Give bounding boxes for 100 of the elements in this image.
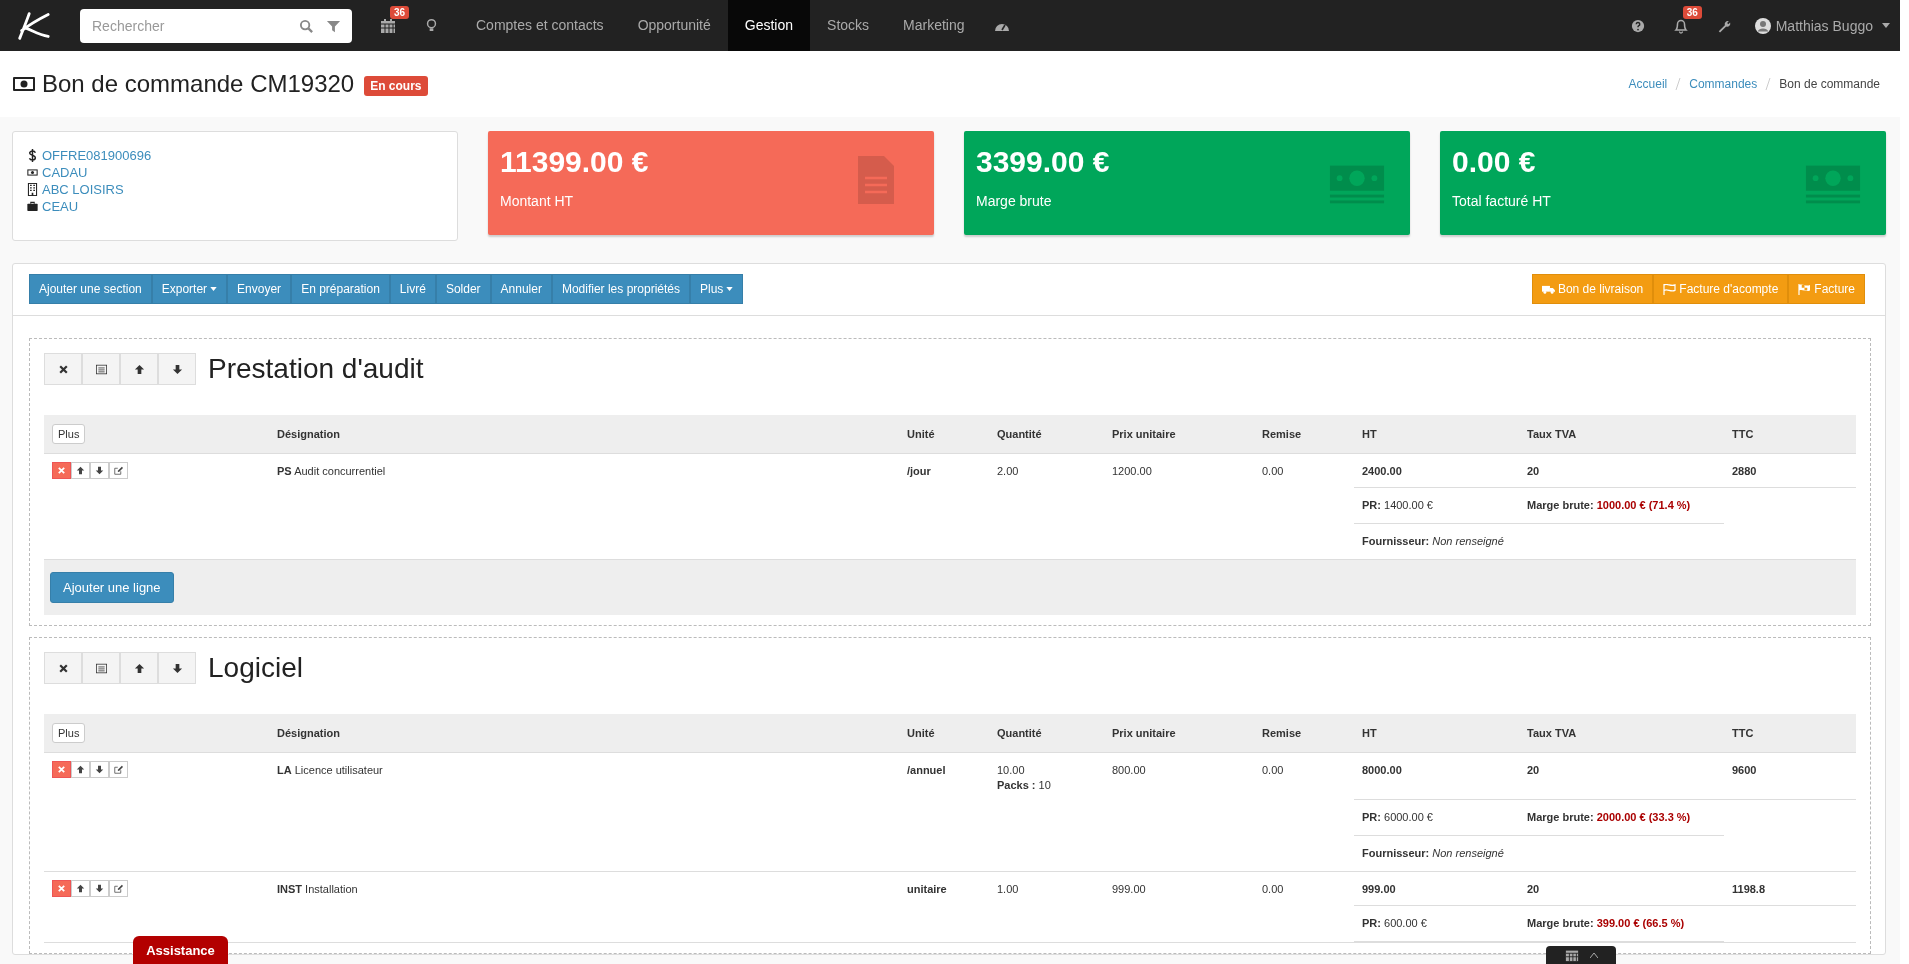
table-cell: /annuel	[907, 764, 946, 776]
column-header: Unité	[907, 727, 935, 739]
arrow-up-icon	[76, 765, 85, 774]
supplier-label: Fournisseur:	[1362, 535, 1430, 547]
move-down-button[interactable]	[158, 353, 196, 385]
column-header: HT	[1362, 727, 1377, 739]
nav-menu-item[interactable]: Marketing	[886, 0, 982, 51]
edit-button[interactable]	[109, 462, 128, 479]
column-header: Prix unitaire	[1112, 428, 1176, 440]
close-icon	[57, 662, 69, 674]
more-button[interactable]: Plus	[52, 723, 86, 743]
list-icon	[95, 363, 107, 375]
toolbar-button[interactable]: Annuler	[490, 274, 552, 304]
move-down-button[interactable]	[90, 880, 109, 897]
document-button[interactable]: Facture d'acompte	[1653, 274, 1789, 304]
nav-menu-item[interactable]: Comptes et contacts	[459, 0, 621, 51]
breadcrumb-separator	[1765, 78, 1772, 90]
close-icon	[57, 363, 69, 375]
toolbar-button[interactable]: Solder	[435, 274, 491, 304]
toolbar-button[interactable]: Modifier les propriétés	[551, 274, 690, 304]
bell-icon[interactable]	[1672, 17, 1689, 34]
delete-section-button[interactable]	[44, 652, 82, 684]
help-icon[interactable]	[1630, 18, 1645, 33]
edit-button[interactable]	[109, 880, 128, 897]
record-link[interactable]: CADAU	[42, 165, 88, 180]
calendar-icon[interactable]	[380, 17, 396, 34]
move-up-button[interactable]	[71, 462, 90, 479]
table-cell: LA Licence utilisateur	[277, 764, 383, 776]
column-header: TTC	[1732, 727, 1754, 739]
toolbar-button[interactable]: Exporter	[151, 274, 228, 304]
wrench-icon[interactable]	[1716, 18, 1731, 33]
move-up-button[interactable]	[120, 652, 158, 684]
table-cell: 999.00	[1112, 883, 1146, 895]
table-cell: 8000.00	[1362, 764, 1402, 776]
checkered-flag-icon	[1798, 283, 1812, 295]
column-header: Unité	[907, 428, 935, 440]
toolbar-button[interactable]: Ajouter une section	[29, 274, 152, 304]
table-cell: 1200.00	[1112, 465, 1152, 477]
document-button[interactable]: Facture	[1788, 274, 1865, 304]
toolbar-button[interactable]: Plus	[690, 274, 744, 304]
building-icon	[27, 183, 38, 196]
nav-menu-item[interactable]: Opportunité	[620, 0, 728, 51]
search-field[interactable]: Rechercher	[80, 8, 352, 43]
lightbulb-icon[interactable]	[426, 18, 437, 33]
add-line-button[interactable]: Ajouter une ligne	[50, 572, 174, 603]
filter-icon[interactable]	[326, 18, 341, 34]
truck-icon	[1541, 283, 1555, 295]
cash-icon	[1804, 163, 1862, 205]
move-down-button[interactable]	[90, 462, 109, 479]
stat-label: Marge brute	[976, 193, 1052, 209]
column-header: Taux TVA	[1527, 727, 1577, 739]
cost-value: 6000.00 €	[1384, 811, 1433, 823]
column-header: Taux TVA	[1527, 428, 1577, 440]
stat-value: 0.00 €	[1452, 145, 1536, 179]
breadcrumb-link[interactable]: Commandes	[1689, 77, 1758, 91]
move-down-button[interactable]	[90, 761, 109, 778]
move-up-button[interactable]	[71, 880, 90, 897]
record-link[interactable]: ABC LOISIRS	[42, 182, 124, 197]
cost-label: PR:	[1362, 917, 1381, 929]
arrow-down-icon	[171, 662, 183, 674]
section-title: Logiciel	[208, 652, 303, 684]
calendar-widget[interactable]	[1546, 946, 1616, 964]
table-cell: /jour	[907, 465, 931, 477]
toolbar-button[interactable]: Livré	[389, 274, 436, 304]
edit-button[interactable]	[109, 761, 128, 778]
delete-section-button[interactable]	[44, 353, 82, 385]
nav-menu-item[interactable]: Stocks	[810, 0, 887, 51]
record-link[interactable]: OFFRE081900696	[42, 148, 152, 163]
supplier-value: Non renseigné	[1432, 847, 1504, 859]
arrow-down-icon	[95, 884, 104, 893]
nav-menu-item[interactable]: Gestion	[727, 0, 811, 51]
edit-icon	[114, 765, 123, 774]
user-menu[interactable]: Matthias Buggo	[1754, 17, 1890, 34]
flag-icon	[1663, 283, 1677, 295]
table-cell: 20	[1527, 883, 1540, 895]
move-up-button[interactable]	[120, 353, 158, 385]
more-button[interactable]: Plus	[52, 424, 86, 444]
record-link[interactable]: CEAU	[42, 199, 79, 214]
move-up-button[interactable]	[71, 761, 90, 778]
column-header: Quantité	[997, 727, 1042, 739]
breadcrumb-link[interactable]: Accueil	[1628, 77, 1668, 91]
breadcrumb-current: Bon de commande	[1779, 77, 1880, 91]
cash-icon	[1328, 163, 1386, 205]
close-icon	[57, 884, 66, 893]
packs-label: Packs :	[997, 779, 1036, 791]
cost-value: 1400.00 €	[1384, 499, 1433, 511]
caret-icon	[1882, 23, 1890, 28]
toolbar-button[interactable]: Envoyer	[227, 274, 292, 304]
move-down-button[interactable]	[158, 652, 196, 684]
column-header: Prix unitaire	[1112, 727, 1176, 739]
arrow-up-icon	[76, 466, 85, 475]
edit-icon	[114, 884, 123, 893]
document-button[interactable]: Bon de livraison	[1531, 274, 1654, 304]
toolbar-button[interactable]: En préparation	[291, 274, 390, 304]
search-icon[interactable]	[299, 18, 314, 34]
table-cell: INST Installation	[277, 883, 358, 895]
status-badge: En cours	[364, 76, 428, 96]
column-header: Remise	[1262, 428, 1302, 440]
margin-value: 2000.00 € (33.3 %)	[1596, 811, 1691, 823]
assistance-tab[interactable]: Assistance	[133, 936, 228, 964]
